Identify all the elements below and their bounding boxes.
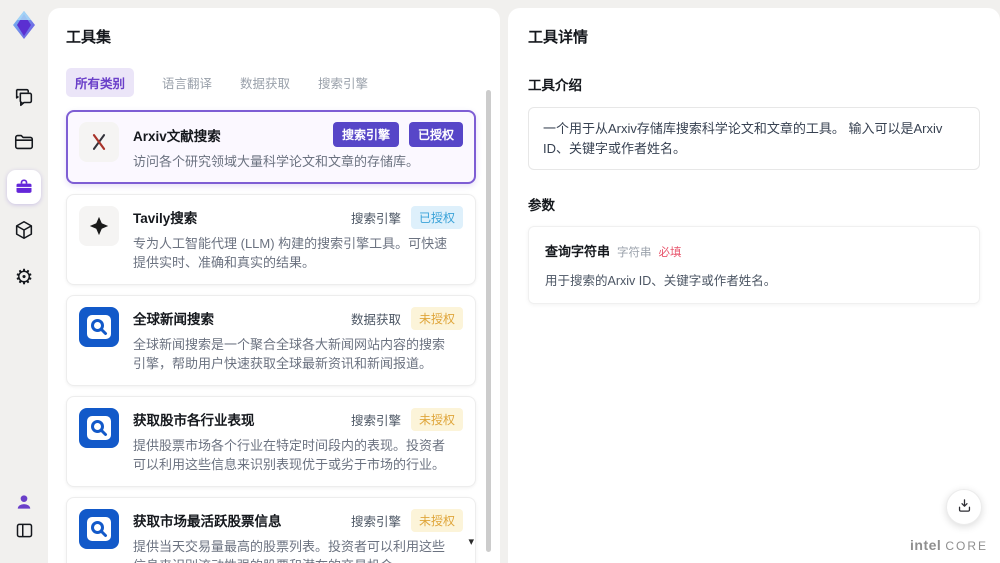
stock-search-logo-icon <box>79 407 119 448</box>
folder-icon <box>13 131 35 156</box>
nav-settings-button[interactable]: ⚙ <box>0 262 48 292</box>
list-scrollbar-thumb[interactable] <box>486 90 491 552</box>
tab-data-fetching[interactable]: 数据获取 <box>240 73 290 92</box>
tool-desc: 提供股票市场各个行业在特定时间段内的表现。投资者可以利用这些信息来识别表现优于或… <box>133 437 446 473</box>
intro-heading: 工具介绍 <box>528 78 582 93</box>
intel-logo-text: intel <box>910 537 942 553</box>
nav-rail: ⚙ <box>0 0 48 563</box>
nav-panel-toggle-button[interactable] <box>0 517 48 547</box>
detail-title: 工具详情 <box>528 29 589 46</box>
param-header: 查询字符串 字符串 必填 <box>545 241 963 261</box>
auth-status-badge: 未授权 <box>410 407 463 431</box>
auth-status-badge: 已授权 <box>410 205 463 229</box>
tool-card-tavily[interactable]: Tavily搜索 搜索引擎 已授权 专为人工智能代理 (LLM) 构建的搜索引擎… <box>66 193 476 285</box>
core-logo-text: core <box>945 539 988 553</box>
tool-name: 全球新闻搜索 <box>133 312 214 327</box>
news-search-logo-icon <box>79 306 119 347</box>
category-tag: 搜索引擎 <box>350 514 401 529</box>
param-desc: 用于搜索的Arxiv ID、关键字或作者姓名。 <box>545 274 777 288</box>
tavily-star-icon <box>79 205 119 246</box>
category-tabs: 所有类别 语言翻译 数据获取 搜索引擎 <box>66 68 482 97</box>
user-icon <box>14 492 34 515</box>
auth-status-badge: 未授权 <box>410 306 463 330</box>
params-heading: 参数 <box>528 198 555 213</box>
tool-card-active-stocks[interactable]: 获取市场最活跃股票信息 搜索引擎 未授权 提供当天交易量最高的股票列表。投资者可… <box>66 496 476 563</box>
nav-chat-button[interactable] <box>0 83 48 113</box>
tool-name: 获取股市各行业表现 <box>133 413 255 428</box>
nav-files-button[interactable] <box>0 128 48 158</box>
nav-packages-button[interactable] <box>0 216 48 246</box>
download-button[interactable] <box>946 489 982 525</box>
nav-tools-button[interactable] <box>0 169 48 205</box>
page-title: 工具集 <box>66 29 112 46</box>
tool-name: 获取市场最活跃股票信息 <box>133 514 282 529</box>
tool-card-list: Arxiv文献搜索 搜索引擎 已授权 访问各个研究领域大量科学论文和文章的存储库… <box>66 110 476 563</box>
tool-list-panel: 工具集 所有类别 语言翻译 数据获取 搜索引擎 Arxiv文献搜索 搜索引擎 已… <box>48 8 500 563</box>
tool-name: Arxiv文献搜索 <box>133 128 221 144</box>
tool-intro-text: 一个用于从Arxiv存储库搜索科学论文和文章的工具。 输入可以是Arxiv ID… <box>528 107 980 170</box>
tool-desc: 全球新闻搜索是一个聚合全球各大新闻网站内容的搜索引擎，帮助用户快速获取全球最新资… <box>133 336 446 372</box>
category-tag: 搜索引擎 <box>350 413 401 428</box>
nav-profile-button[interactable] <box>0 488 48 518</box>
category-tag: 数据获取 <box>350 312 401 327</box>
auth-status-badge: 未授权 <box>410 508 463 532</box>
tab-search-engine[interactable]: 搜索引擎 <box>318 73 368 92</box>
package-icon <box>13 219 35 244</box>
tool-desc: 提供当天交易量最高的股票列表。投资者可以利用这些信息来识别流动性强的股票和潜在的… <box>133 538 446 563</box>
stock-search-logo-icon <box>79 508 119 549</box>
tool-name: Tavily搜索 <box>133 211 198 226</box>
tool-card-global-news[interactable]: 全球新闻搜索 数据获取 未授权 全球新闻搜索是一个聚合全球各大新闻网站内容的搜索… <box>66 294 476 386</box>
app-logo-icon <box>7 8 41 42</box>
tool-desc: 访问各个研究领域大量科学论文和文章的存储库。 <box>133 154 420 169</box>
param-card: 查询字符串 字符串 必填 用于搜索的Arxiv ID、关键字或作者姓名。 <box>528 226 980 304</box>
param-name: 查询字符串 <box>545 244 611 259</box>
intel-core-logo: intel core <box>910 537 988 553</box>
category-tag: 搜索引擎 <box>350 211 401 226</box>
panel-layout-icon <box>14 520 35 544</box>
briefcase-icon <box>7 170 41 204</box>
scroll-caret-icon: ▾ <box>468 536 474 548</box>
arxiv-logo-icon <box>79 122 119 162</box>
tab-language-translation[interactable]: 语言翻译 <box>162 73 212 92</box>
param-type: 字符串 <box>617 247 652 259</box>
tool-card-sector-performance[interactable]: 获取股市各行业表现 搜索引擎 未授权 提供股票市场各个行业在特定时间段内的表现。… <box>66 395 476 487</box>
auth-status-badge: 已授权 <box>408 122 463 147</box>
tool-card-arxiv[interactable]: Arxiv文献搜索 搜索引擎 已授权 访问各个研究领域大量科学论文和文章的存储库… <box>66 110 476 184</box>
tab-all-categories[interactable]: 所有类别 <box>66 68 135 97</box>
tool-detail-panel: 工具详情 工具介绍 一个用于从Arxiv存储库搜索科学论文和文章的工具。 输入可… <box>508 8 1000 563</box>
chat-icon <box>13 86 35 111</box>
tool-desc: 专为人工智能代理 (LLM) 构建的搜索引擎工具。可快速提供实时、准确和真实的结… <box>133 235 448 271</box>
gear-icon: ⚙ <box>14 265 34 289</box>
download-icon <box>956 497 973 517</box>
category-badge: 搜索引擎 <box>332 122 399 147</box>
param-required-flag: 必填 <box>658 247 682 259</box>
